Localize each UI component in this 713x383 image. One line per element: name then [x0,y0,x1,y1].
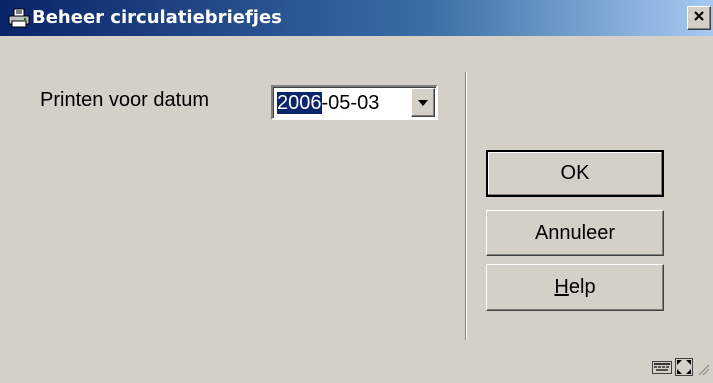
help-button[interactable]: Help [486,264,664,311]
resize-icon[interactable] [674,357,694,382]
chevron-down-icon [417,94,429,112]
close-icon [693,9,705,27]
window-title: Beheer circulatiebriefjes [32,7,282,28]
printer-document-icon [8,8,30,28]
print-date-picker[interactable]: 2006-05-03 [271,85,438,120]
help-mnemonic: H [554,276,569,298]
print-date-label: Printen voor datum [40,89,209,111]
date-dropdown-button[interactable] [411,88,435,117]
date-month-day: -05-03 [321,92,380,114]
size-grip-icon[interactable] [698,363,710,382]
title-bar[interactable]: Beheer circulatiebriefjes [0,0,713,36]
date-year-selection: 2006 [277,92,322,114]
dialog-window: Beheer circulatiebriefjes Printen voor d… [0,0,713,383]
close-button[interactable] [687,6,711,30]
vertical-divider [465,72,467,340]
print-date-value[interactable]: 2006-05-03 [277,91,379,115]
cancel-button[interactable]: Annuleer [486,210,664,256]
help-label-rest: elp [568,276,596,298]
status-bar-icons [652,355,710,379]
keyboard-icon[interactable] [652,359,672,380]
ok-button[interactable]: OK [486,150,664,197]
